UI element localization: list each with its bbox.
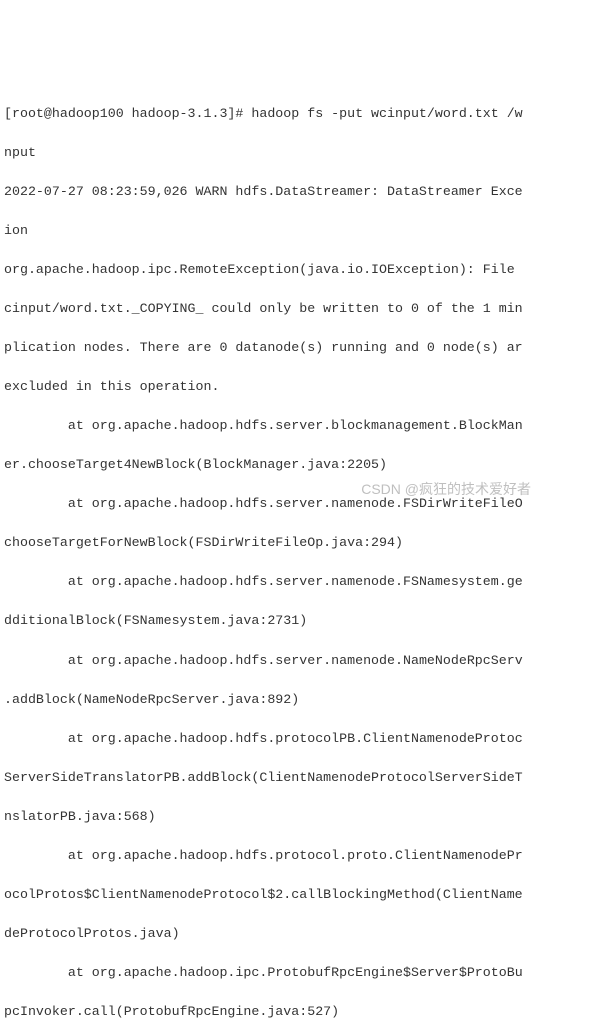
warn-line-2: ion — [4, 221, 587, 241]
stacktrace-line: at org.apache.hadoop.hdfs.server.namenod… — [4, 494, 587, 514]
terminal-output: [root@hadoop100 hadoop-3.1.3]# hadoop fs… — [4, 84, 587, 1036]
stacktrace-line: .addBlock(NameNodeRpcServer.java:892) — [4, 690, 587, 710]
stacktrace-line: at org.apache.hadoop.hdfs.server.blockma… — [4, 416, 587, 436]
exception-line: org.apache.hadoop.ipc.RemoteException(ja… — [4, 260, 587, 280]
stacktrace-line: at org.apache.hadoop.hdfs.protocolPB.Cli… — [4, 729, 587, 749]
stacktrace-line: at org.apache.hadoop.hdfs.server.namenod… — [4, 651, 587, 671]
stacktrace-line: pcInvoker.call(ProtobufRpcEngine.java:52… — [4, 1002, 587, 1022]
stacktrace-line: ServerSideTranslatorPB.addBlock(ClientNa… — [4, 768, 587, 788]
stacktrace-line: ocolProtos$ClientNamenodeProtocol$2.call… — [4, 885, 587, 905]
prompt-line: [root@hadoop100 hadoop-3.1.3]# hadoop fs… — [4, 104, 587, 124]
stacktrace-line: er.chooseTarget4NewBlock(BlockManager.ja… — [4, 455, 587, 475]
stacktrace-line: chooseTargetForNewBlock(FSDirWriteFileOp… — [4, 533, 587, 553]
stacktrace-line: deProtocolProtos.java) — [4, 924, 587, 944]
exception-line: excluded in this operation. — [4, 377, 587, 397]
exception-line: cinput/word.txt._COPYING_ could only be … — [4, 299, 587, 319]
stacktrace-line: at org.apache.hadoop.hdfs.protocol.proto… — [4, 846, 587, 866]
stacktrace-line: at org.apache.hadoop.ipc.ProtobufRpcEngi… — [4, 963, 587, 983]
warn-line: 2022-07-27 08:23:59,026 WARN hdfs.DataSt… — [4, 182, 587, 202]
stacktrace-line: nslatorPB.java:568) — [4, 807, 587, 827]
exception-line: plication nodes. There are 0 datanode(s)… — [4, 338, 587, 358]
prompt-line-2: nput — [4, 143, 587, 163]
stacktrace-line: at org.apache.hadoop.hdfs.server.namenod… — [4, 572, 587, 592]
stacktrace-line: dditionalBlock(FSNamesystem.java:2731) — [4, 611, 587, 631]
